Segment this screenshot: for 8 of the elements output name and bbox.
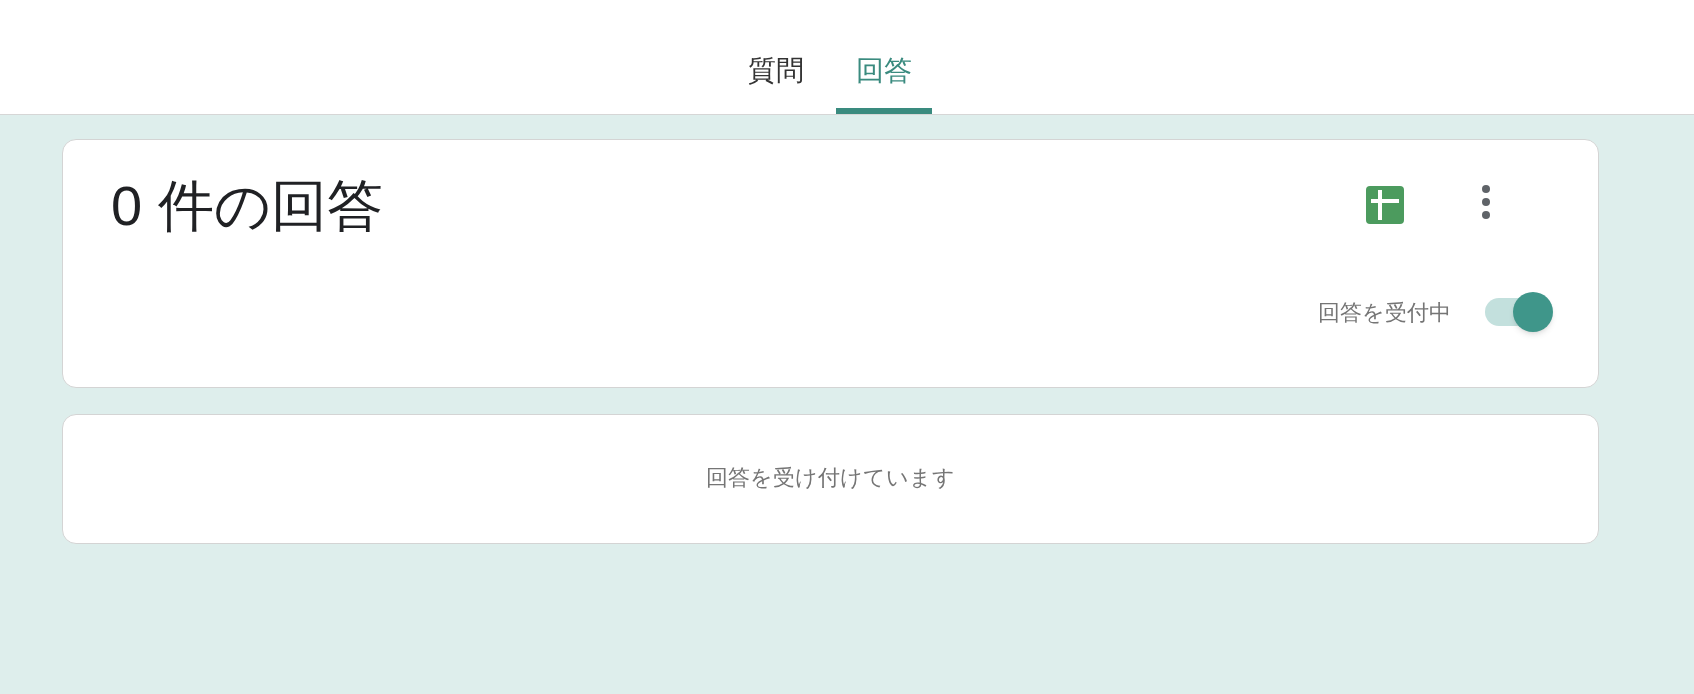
- accepting-responses-label: 回答を受付中: [1318, 298, 1451, 327]
- accepting-message: 回答を受け付けています: [706, 463, 955, 492]
- accepting-toggle[interactable]: [1483, 292, 1553, 332]
- tab[interactable]: 質問: [728, 48, 824, 114]
- response-count-title: 0 件の回答: [111, 178, 384, 234]
- spreadsheet-icon[interactable]: [1366, 186, 1404, 224]
- more-options-icon[interactable]: [1480, 184, 1492, 220]
- tab[interactable]: 回答: [836, 48, 932, 114]
